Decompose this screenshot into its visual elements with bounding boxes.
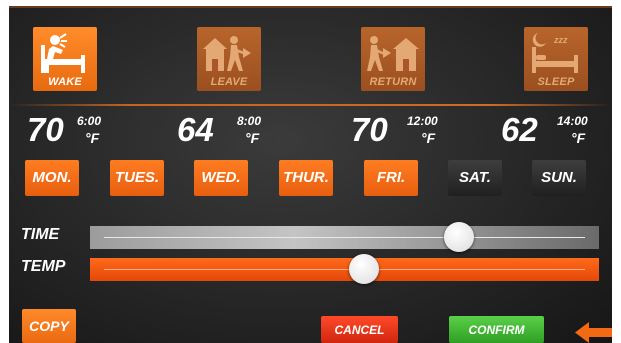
temp-wake-value: 70 <box>27 111 64 148</box>
mode-sleep-button[interactable]: zzz SLEEP <box>524 27 588 91</box>
temp-wake-time: 6:00 <box>77 114 102 128</box>
temp-slider[interactable] <box>90 254 599 284</box>
day-tues-button[interactable]: TUES. <box>110 160 164 196</box>
temp-sleep-value: 62 <box>501 111 538 148</box>
day-fri-button[interactable]: FRI. <box>364 160 418 196</box>
temp-return-value: 70 <box>351 111 388 148</box>
temp-leave-value: 64 <box>177 111 214 148</box>
mode-sleep-label: SLEEP <box>537 76 575 88</box>
temp-leave-time: 8:00 <box>237 114 262 128</box>
day-thur-button[interactable]: THUR. <box>279 160 333 196</box>
thermostat-screen: WAKE LEAVE RETURN zzz SLEEP 70 6:00 °F 6… <box>9 6 612 343</box>
mode-wake-button[interactable]: WAKE <box>33 27 97 91</box>
temp-return-time: 12:00 <box>407 114 438 128</box>
temp-leave-unit: °F <box>245 130 260 146</box>
day-mon-button[interactable]: MON. <box>25 160 79 196</box>
time-slider-guide <box>104 237 585 238</box>
back-arrow-icon[interactable] <box>575 322 612 343</box>
temp-sleep-unit: °F <box>571 130 586 146</box>
time-slider-knob[interactable] <box>444 222 474 252</box>
copy-button[interactable]: COPY <box>22 309 76 343</box>
svg-text:zzz: zzz <box>553 35 568 45</box>
mode-return-button[interactable]: RETURN <box>361 27 425 91</box>
top-divider <box>9 6 612 8</box>
day-wed-button[interactable]: WED. <box>194 160 248 196</box>
time-slider[interactable] <box>90 222 599 252</box>
mode-leave-button[interactable]: LEAVE <box>197 27 261 91</box>
mode-wake-label: WAKE <box>48 76 82 88</box>
temp-slider-guide <box>104 269 585 270</box>
temp-return-unit: °F <box>421 130 436 146</box>
confirm-button[interactable]: CONFIRM <box>449 316 544 343</box>
day-sat-button[interactable]: SAT. <box>448 160 502 196</box>
temp-slider-knob[interactable] <box>349 254 379 284</box>
temp-slider-label: TEMP <box>21 258 66 275</box>
mode-return-label: RETURN <box>369 76 417 88</box>
time-slider-label: TIME <box>21 226 60 243</box>
cancel-button[interactable]: CANCEL <box>321 316 398 343</box>
temp-wake-unit: °F <box>85 130 100 146</box>
section-divider <box>9 104 612 106</box>
day-sun-button[interactable]: SUN. <box>532 160 586 196</box>
temp-sleep-time: 14:00 <box>557 114 588 128</box>
mode-leave-label: LEAVE <box>210 76 248 88</box>
